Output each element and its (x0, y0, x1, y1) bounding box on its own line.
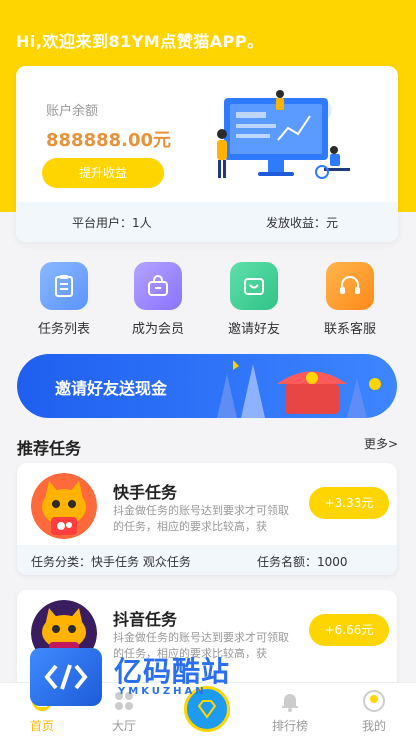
mail-icon (230, 262, 278, 310)
quick-action-label: 任务列表 (37, 322, 90, 337)
tab-label: 排行榜 (271, 719, 308, 733)
tab-label: 首页 (29, 719, 54, 733)
section-title: 推荐任务 (17, 439, 82, 458)
task-footer: 任务分类：快手任务 观众任务 任务名额：1000 (17, 545, 397, 575)
task-category: 任务分类：快手任务 观众任务 (31, 555, 191, 569)
quick-action-support[interactable]: 联系客服 (310, 262, 390, 337)
balance-amount: 888888.00元 (46, 130, 172, 151)
bell-icon (278, 689, 302, 713)
quick-action-membership[interactable]: 成为会员 (118, 262, 198, 337)
code-icon (30, 648, 102, 706)
invite-banner[interactable]: 邀请好友送现金 (17, 354, 397, 418)
gift-illustration (217, 360, 381, 418)
dashboard-illustration (217, 90, 350, 179)
task-name: 快手任务 (113, 483, 178, 502)
quick-action-label: 成为会员 (131, 322, 184, 337)
headset-icon (326, 262, 374, 310)
watermark-subtitle: YMKUZHAN (118, 686, 207, 697)
tab-label: 大厅 (111, 719, 136, 733)
watermark-logo: 亿码酷站 YMKUZHAN (30, 648, 240, 708)
reward-button[interactable]: +3.33元 (309, 487, 389, 519)
stats-bar: 平台用户：1人 发放收益：元 (16, 202, 398, 242)
quick-action-label: 邀请好友 (227, 322, 280, 337)
task-description: 抖金做任务的账号达到要求才可领取的任务，相应的要求比较高，获 (113, 504, 289, 533)
shopping-bag-icon (134, 262, 182, 310)
greeting-text: Hi,欢迎来到81YM点赞猫APP。 (16, 32, 264, 51)
tab-ranking[interactable]: 排行榜 (248, 683, 332, 740)
user-icon (362, 689, 386, 713)
task-name: 抖音任务 (113, 610, 178, 629)
payout-stat: 发放收益：元 (266, 216, 339, 230)
quick-action-label: 联系客服 (323, 322, 376, 337)
watermark-title: 亿码酷站 (114, 655, 231, 688)
withdraw-button[interactable]: 提升收益 (42, 158, 164, 188)
tab-label: 我的 (361, 719, 386, 733)
task-quota: 任务名额：1000 (257, 555, 348, 569)
balance-label: 账户余额 (46, 104, 99, 119)
balance-card: 账户余额 888888.00元 提升收益 平台用户：1人 发放收益：元 (16, 66, 398, 242)
clipboard-icon (40, 262, 88, 310)
quick-action-task-list[interactable]: 任务列表 (24, 262, 104, 337)
invite-banner-text: 邀请好友送现金 (55, 379, 168, 398)
quick-action-invite[interactable]: 邀请好友 (214, 262, 294, 337)
tab-mine[interactable]: 我的 (332, 683, 416, 740)
reward-button[interactable]: +6.66元 (309, 614, 389, 646)
task-card[interactable]: 快手任务 抖金做任务的账号达到要求才可领取的任务，相应的要求比较高，获 +3.3… (17, 463, 397, 575)
platform-users-stat: 平台用户：1人 (72, 216, 152, 230)
kuaishou-cat-avatar (31, 473, 97, 539)
more-link[interactable]: 更多> (364, 435, 398, 452)
